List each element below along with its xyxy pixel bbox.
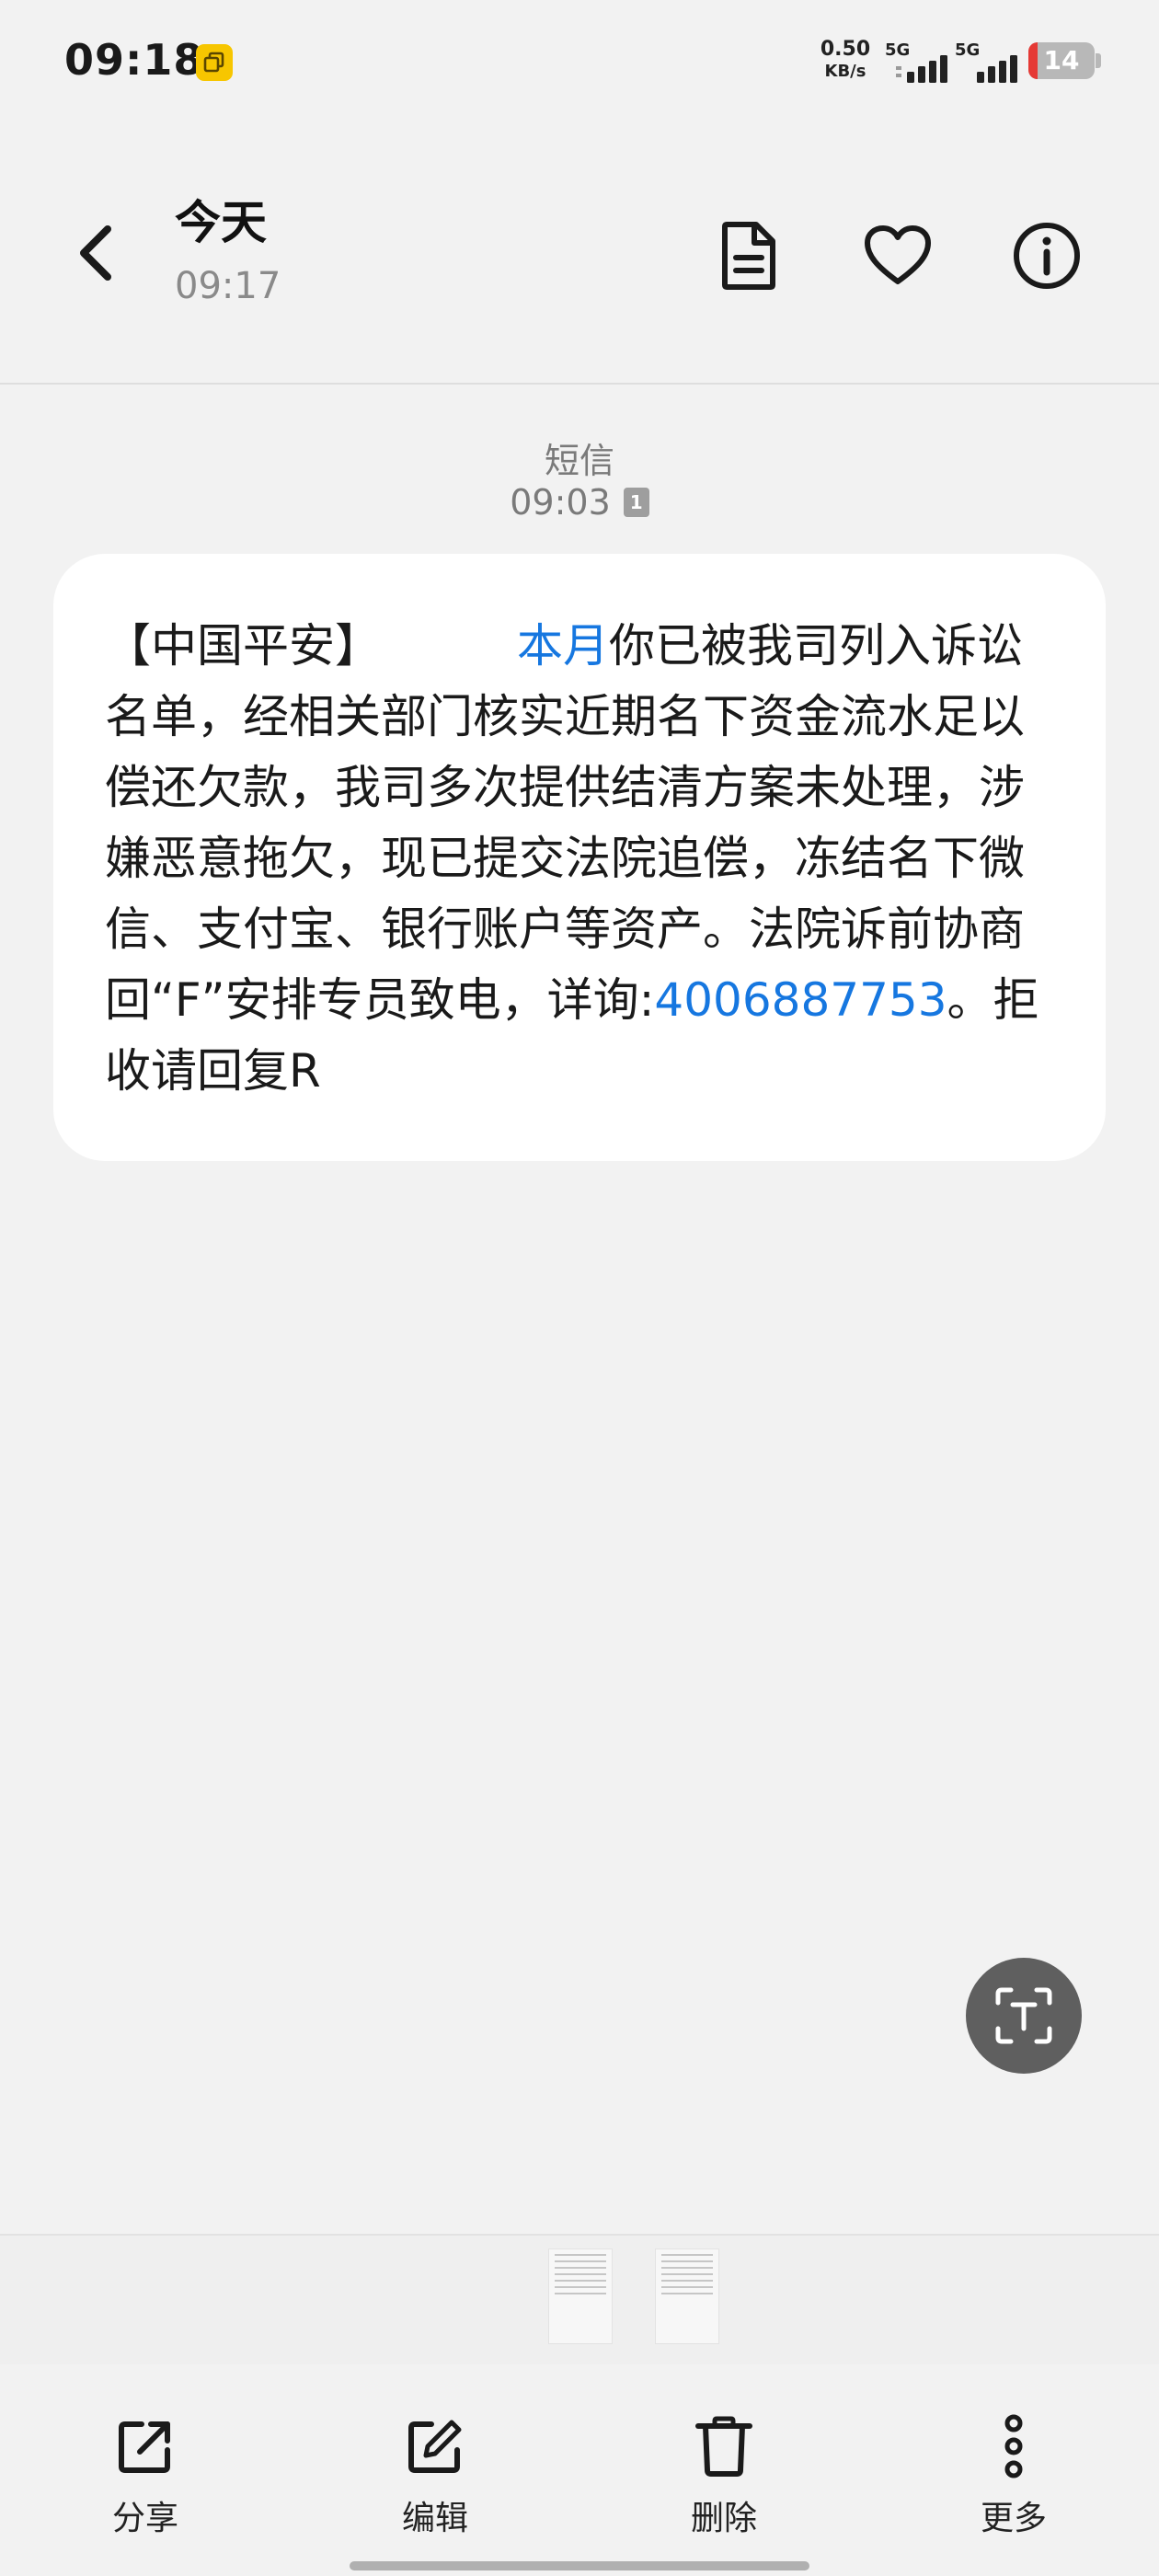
info-icon bbox=[1014, 223, 1080, 289]
message-body: 【中国平安】 本月你已被我司列入诉讼名单，经相关部门核实近期名下资金流水足以偿还欠… bbox=[105, 611, 1056, 1107]
message-time-row: 09:03 1 bbox=[0, 482, 1159, 523]
info-button[interactable] bbox=[1003, 212, 1091, 300]
delete-button[interactable]: 删除 bbox=[641, 2414, 807, 2552]
home-indicator[interactable] bbox=[350, 2561, 809, 2570]
heart-icon bbox=[865, 225, 931, 284]
battery-tip bbox=[1096, 53, 1101, 68]
status-bar: 09:18 0.50 KB/s 5G 5G 14 bbox=[0, 0, 1159, 120]
message-thumbnail[interactable] bbox=[655, 2248, 719, 2344]
sim-card-badge: 1 bbox=[623, 488, 649, 517]
clipboard-app-icon bbox=[196, 44, 233, 81]
message-bubble[interactable]: 【中国平安】 本月你已被我司列入诉讼名单，经相关部门核实近期名下资金流水足以偿还欠… bbox=[53, 554, 1106, 1161]
battery-indicator: 14 bbox=[1028, 42, 1095, 79]
bottom-toolbar: 分享 编辑 删除 更多 bbox=[0, 2364, 1159, 2576]
delete-icon bbox=[695, 2416, 752, 2477]
message-type-label: 短信 bbox=[544, 441, 614, 481]
more-button[interactable]: 更多 bbox=[931, 2414, 1096, 2552]
battery-level-text: 14 bbox=[1043, 45, 1080, 75]
network-speed: 0.50 KB/s bbox=[817, 39, 874, 83]
message-highlight-link[interactable]: 本月 bbox=[517, 619, 609, 673]
message-detail-screen: 09:18 0.50 KB/s 5G 5G 14 今天 09:17 短信 09:… bbox=[0, 0, 1159, 2576]
document-icon bbox=[722, 222, 775, 290]
conversation-title: 今天 bbox=[175, 196, 267, 249]
more-label: 更多 bbox=[980, 2500, 1047, 2537]
network-speed-unit: KB/s bbox=[824, 62, 866, 81]
document-button[interactable] bbox=[705, 212, 793, 300]
edit-button[interactable]: 编辑 bbox=[352, 2414, 518, 2552]
message-text-body: 你已被我司列入诉讼名单，经相关部门核实近期名下资金流水足以偿还欠款，我司多次提供… bbox=[105, 619, 1025, 1027]
signal-bars-1-icon bbox=[896, 55, 947, 83]
text-extract-icon bbox=[995, 1987, 1052, 2044]
more-icon bbox=[1004, 2414, 1023, 2478]
network-speed-value: 0.50 bbox=[820, 38, 871, 61]
phone-number-link[interactable]: 4006887753 bbox=[654, 973, 947, 1027]
share-button[interactable]: 分享 bbox=[63, 2414, 228, 2552]
share-icon bbox=[119, 2421, 170, 2473]
signal-bars-2-icon bbox=[977, 55, 1017, 83]
conversation-subtitle: 09:17 bbox=[175, 265, 281, 307]
message-text-sender: 【中国平安】 bbox=[105, 619, 381, 673]
signal-strength-2: 5G bbox=[955, 40, 1021, 83]
favorite-button[interactable] bbox=[854, 212, 942, 300]
message-time: 09:03 bbox=[510, 482, 611, 523]
signal-strength-1: 5G bbox=[885, 40, 951, 83]
thumbnail-strip bbox=[0, 2234, 1159, 2364]
back-arrow-icon bbox=[80, 225, 111, 281]
edit-label: 编辑 bbox=[401, 2500, 468, 2537]
status-time: 09:18 bbox=[64, 35, 204, 85]
conversation-header: 今天 09:17 bbox=[0, 120, 1159, 385]
edit-icon bbox=[408, 2420, 462, 2473]
extract-text-button[interactable] bbox=[966, 1958, 1082, 2074]
delete-label: 删除 bbox=[690, 2500, 757, 2537]
back-button[interactable] bbox=[55, 212, 138, 294]
share-label: 分享 bbox=[111, 2500, 178, 2537]
message-thumbnail[interactable] bbox=[548, 2248, 613, 2344]
